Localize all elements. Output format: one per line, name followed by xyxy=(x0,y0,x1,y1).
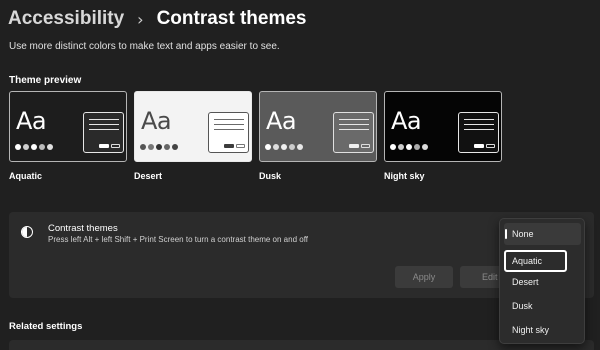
sample-text: Aa xyxy=(16,107,47,135)
breadcrumb: Accessibility › Contrast themes xyxy=(8,4,307,34)
dropdown-option-night-sky[interactable]: Night sky xyxy=(504,319,581,341)
sample-text: Aa xyxy=(141,107,172,135)
color-swatches xyxy=(390,144,428,150)
window-preview xyxy=(333,112,374,153)
theme-preview-heading: Theme preview xyxy=(9,75,82,86)
card-description: Press left Alt + left Shift + Print Scre… xyxy=(48,235,308,244)
contrast-theme-dropdown: None Aquatic Desert Dusk Night sky xyxy=(499,218,585,344)
chevron-right-icon: › xyxy=(137,9,144,29)
theme-preview-desert[interactable]: Aa xyxy=(134,91,252,162)
theme-preview-aquatic[interactable]: Aa xyxy=(9,91,127,162)
theme-name-aquatic: Aquatic xyxy=(9,171,43,181)
theme-name-desert: Desert xyxy=(134,171,163,181)
apply-button[interactable]: Apply xyxy=(395,266,453,288)
color-swatches xyxy=(265,144,303,150)
theme-preview-dusk[interactable]: Aa xyxy=(259,91,377,162)
theme-preview-night-sky[interactable]: Aa xyxy=(384,91,502,162)
dropdown-option-dusk[interactable]: Dusk xyxy=(504,295,581,317)
window-preview xyxy=(208,112,249,153)
contrast-icon xyxy=(21,226,33,238)
related-settings-heading: Related settings xyxy=(9,321,83,332)
window-preview xyxy=(458,112,499,153)
page-description: Use more distinct colors to make text an… xyxy=(9,41,280,52)
dropdown-option-none[interactable]: None xyxy=(504,223,581,245)
theme-name-night-sky: Night sky xyxy=(384,171,425,181)
dropdown-option-desert[interactable]: Desert xyxy=(504,271,581,293)
theme-name-dusk: Dusk xyxy=(259,171,282,181)
sample-text: Aa xyxy=(391,107,422,135)
dropdown-option-aquatic[interactable]: Aquatic xyxy=(504,250,567,272)
color-swatches xyxy=(140,144,178,150)
color-swatches xyxy=(15,144,53,150)
breadcrumb-accessibility-link[interactable]: Accessibility xyxy=(8,8,124,30)
card-title: Contrast themes xyxy=(48,223,118,234)
sample-text: Aa xyxy=(266,107,297,135)
page-title: Contrast themes xyxy=(156,8,307,29)
window-preview xyxy=(83,112,124,153)
